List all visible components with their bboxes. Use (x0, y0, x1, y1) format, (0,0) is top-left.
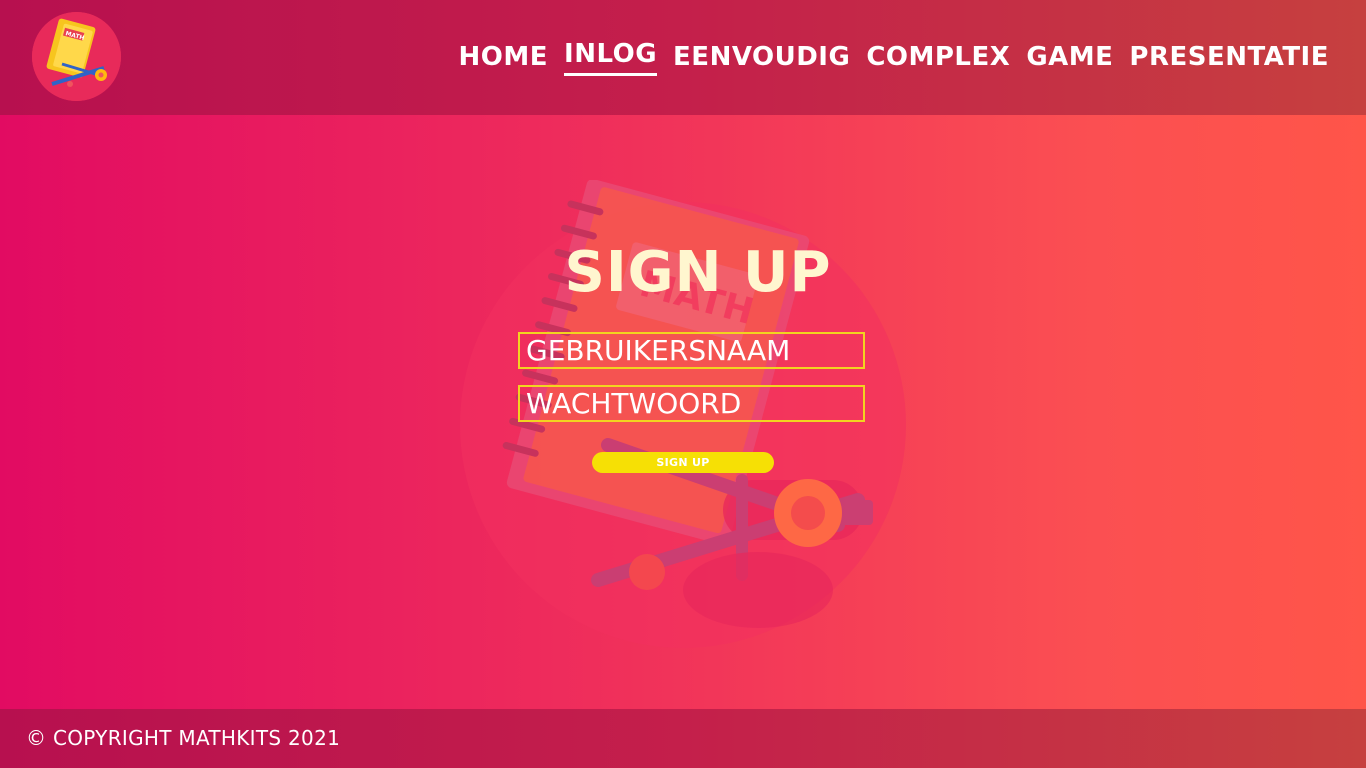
header: MATH HOME INLOG EENVOUDIG COMPLEX GAME P… (0, 0, 1366, 115)
footer: © COPYRIGHT MATHKITS 2021 (0, 709, 1366, 768)
main-nav: HOME INLOG EENVOUDIG COMPLEX GAME PRESEN… (459, 38, 1329, 76)
nav-inlog[interactable]: INLOG (564, 38, 658, 76)
password-input[interactable] (518, 385, 865, 422)
nav-game[interactable]: GAME (1026, 38, 1113, 76)
nav-presentatie[interactable]: PRESENTATIE (1129, 38, 1329, 76)
page-title: SIGN UP (564, 240, 832, 305)
username-input[interactable] (518, 332, 865, 369)
nav-home[interactable]: HOME (459, 38, 549, 76)
nav-complex[interactable]: COMPLEX (866, 38, 1010, 76)
sign-up-button[interactable]: SIGN UP (592, 452, 774, 473)
copyright-text: © COPYRIGHT MATHKITS 2021 (26, 726, 341, 750)
nav-eenvoudig[interactable]: EENVOUDIG (673, 38, 850, 76)
math-book-compass-logo-icon: MATH (32, 12, 121, 101)
math-logo-icon[interactable]: MATH (32, 12, 121, 101)
